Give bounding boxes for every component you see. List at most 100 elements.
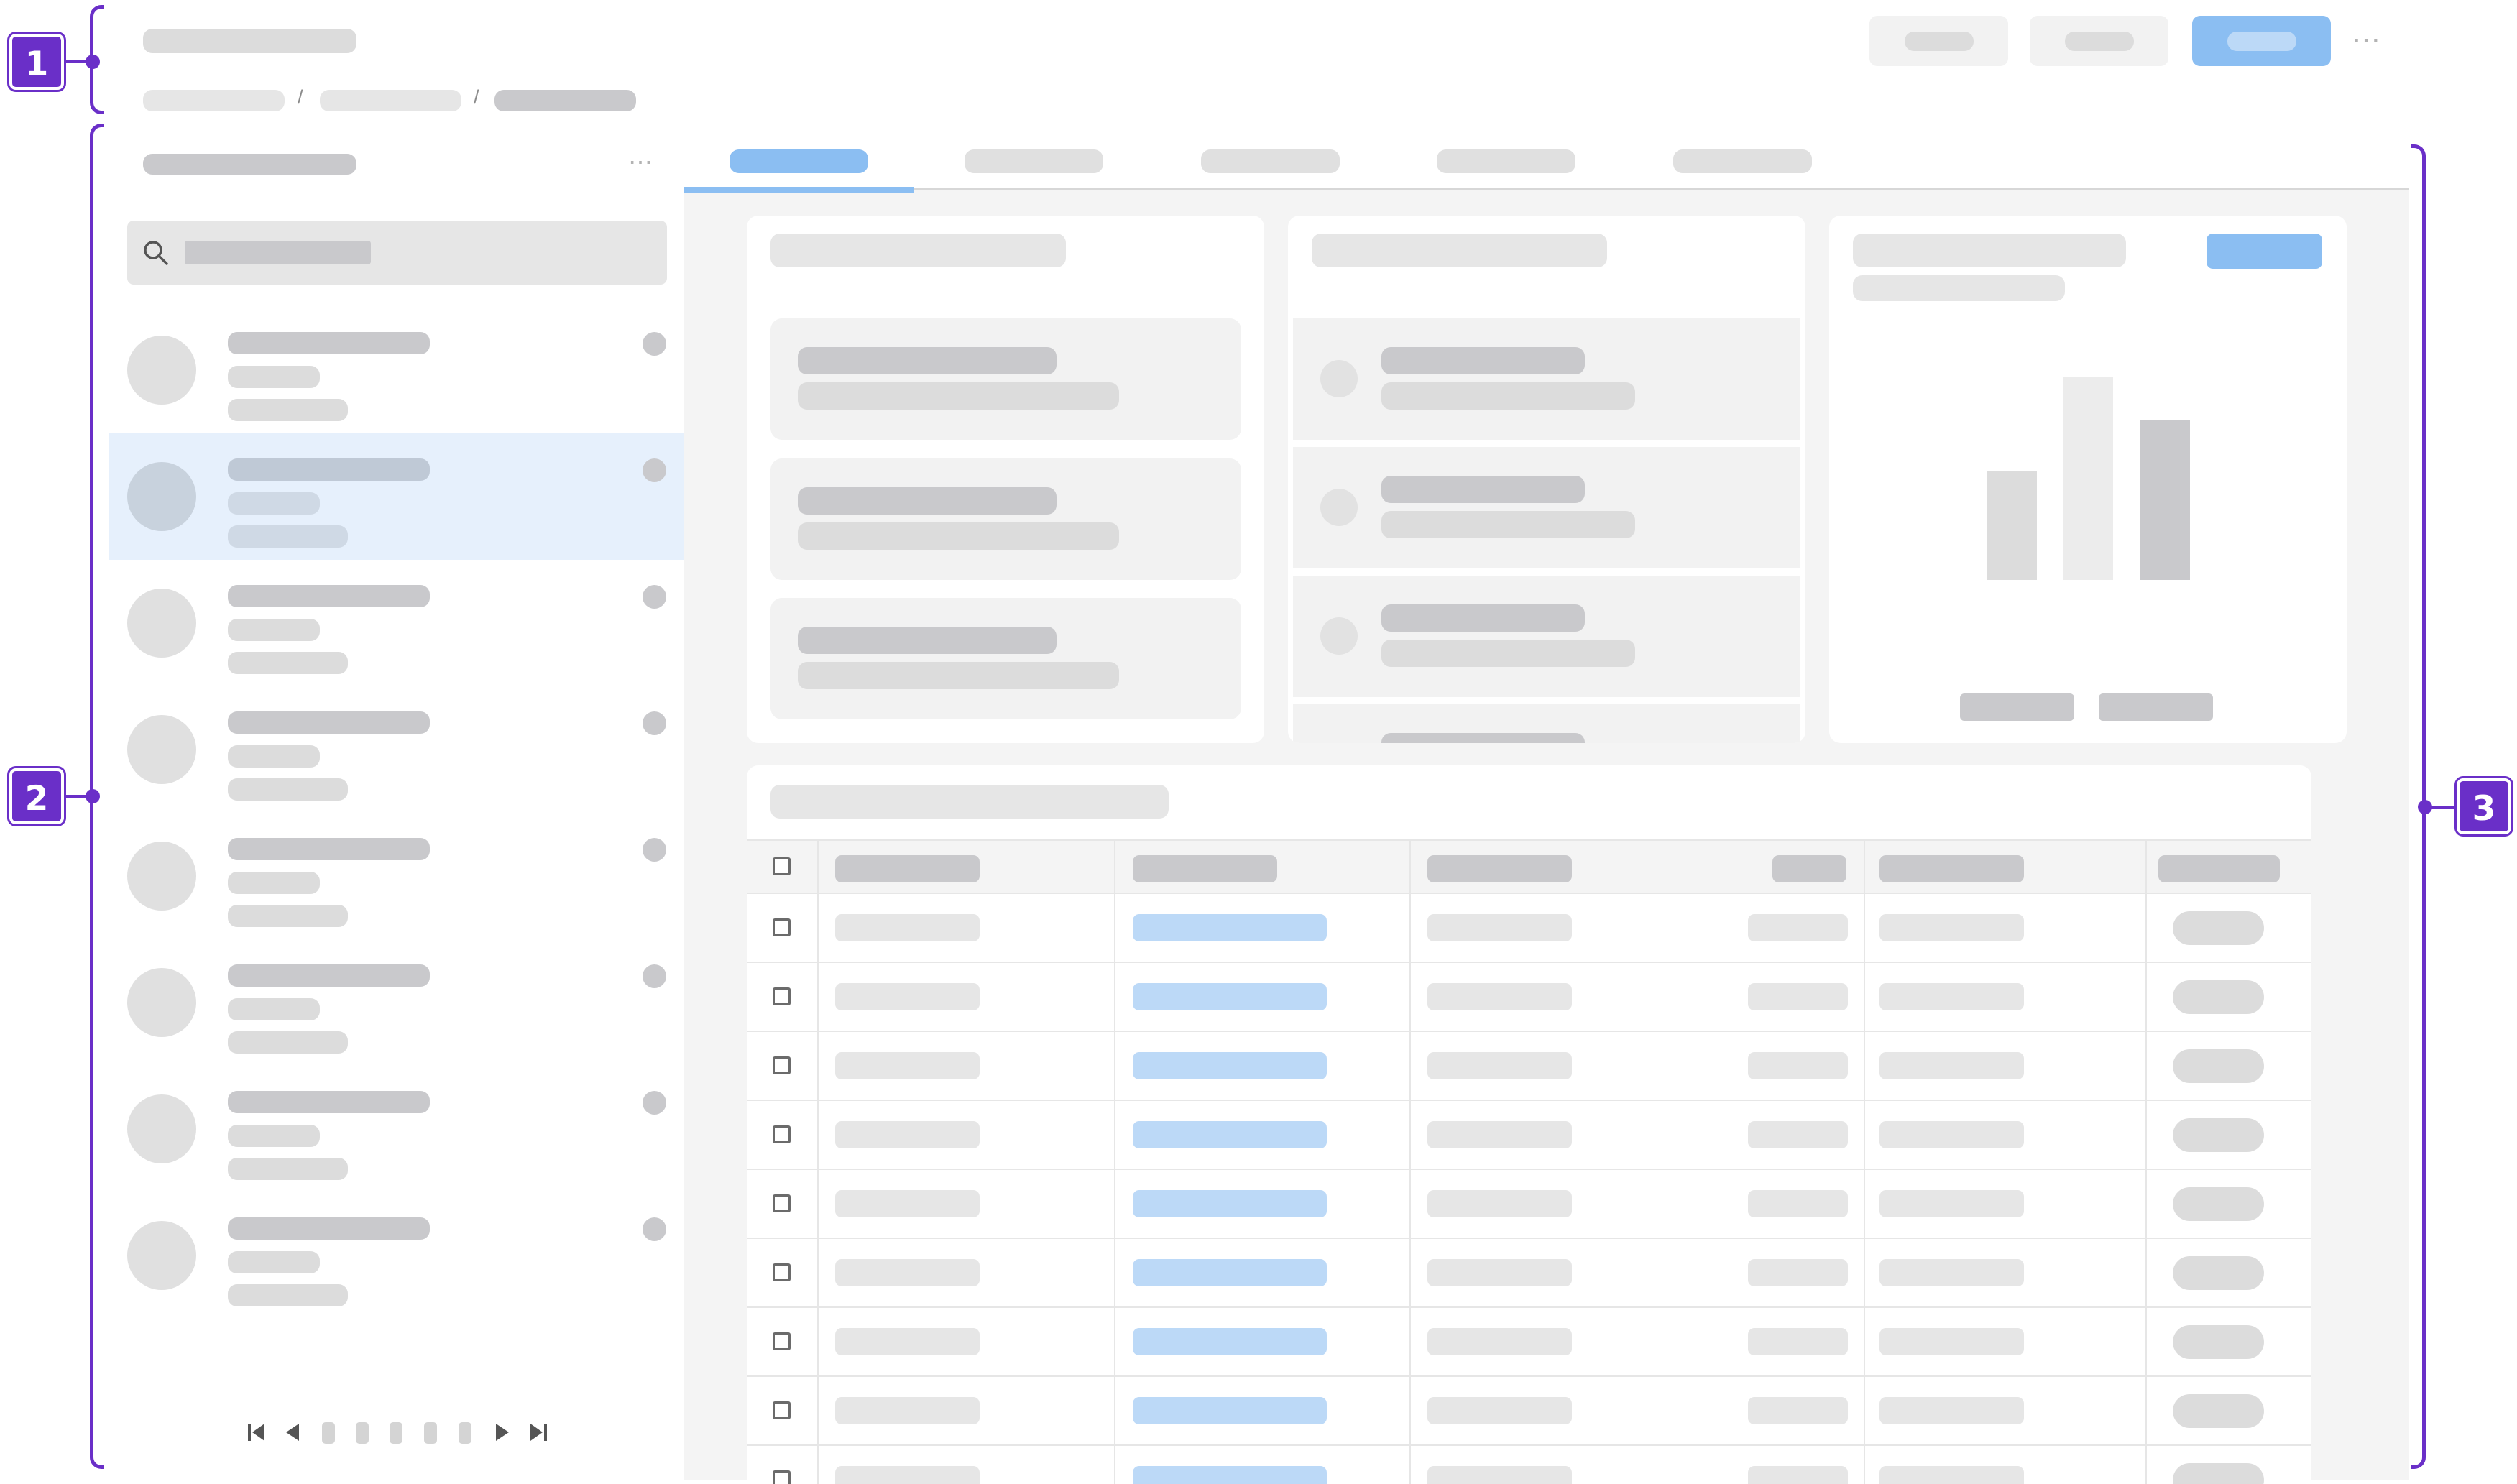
next-page-icon[interactable] <box>494 1421 510 1444</box>
sidebar-list-item[interactable] <box>109 1192 684 1319</box>
table-row[interactable] <box>747 963 2311 1032</box>
status-pill <box>2173 1463 2264 1484</box>
activity-item-title <box>1381 347 1585 374</box>
chart-action-button[interactable] <box>2207 234 2322 269</box>
row-checkbox[interactable] <box>773 1194 791 1212</box>
sidebar-list-item[interactable] <box>109 939 684 1066</box>
list-item-title <box>228 1091 430 1113</box>
select-all-checkbox[interactable] <box>773 857 791 875</box>
table-row[interactable] <box>747 894 2311 963</box>
prev-page-icon[interactable] <box>285 1421 300 1444</box>
table-cell <box>835 1052 980 1079</box>
secondary-button-2-label <box>2064 32 2134 51</box>
search-input[interactable] <box>127 221 667 285</box>
tab-5[interactable] <box>1628 122 1858 190</box>
table-cell <box>1427 1052 1572 1079</box>
summary-tile-3[interactable] <box>770 598 1241 719</box>
column-header-5[interactable] <box>1879 855 2024 882</box>
status-pill <box>2173 980 2264 1014</box>
status-dot <box>643 458 666 482</box>
status-pill <box>2173 911 2264 945</box>
table-cell <box>1427 983 1572 1010</box>
sidebar-list-item[interactable] <box>109 560 684 686</box>
breadcrumb-separator: / <box>474 86 479 108</box>
status-dot <box>643 964 666 988</box>
sidebar-more-icon[interactable]: ⋯ <box>628 148 654 177</box>
column-header-4[interactable] <box>1772 855 1846 882</box>
first-page-icon[interactable] <box>246 1421 267 1444</box>
table-row[interactable] <box>747 1170 2311 1239</box>
page-indicator-4[interactable] <box>424 1422 437 1444</box>
table-cell-link[interactable] <box>1133 1466 1327 1484</box>
table-cell-link[interactable] <box>1133 1328 1327 1355</box>
row-checkbox[interactable] <box>773 1401 791 1419</box>
table-cell <box>835 1259 980 1286</box>
primary-button[interactable] <box>2192 16 2331 66</box>
table-cell <box>1879 1259 2024 1286</box>
row-checkbox[interactable] <box>773 987 791 1005</box>
secondary-button-1[interactable] <box>1869 16 2008 66</box>
page-indicator-1[interactable] <box>322 1422 335 1444</box>
row-checkbox[interactable] <box>773 1263 791 1281</box>
table-cell <box>1748 1190 1848 1217</box>
table-cell-link[interactable] <box>1133 1259 1327 1286</box>
list-item-subtitle <box>228 745 320 768</box>
table-row[interactable] <box>747 1239 2311 1308</box>
activity-list-item[interactable] <box>1293 447 1800 568</box>
activity-list-item[interactable] <box>1293 318 1800 440</box>
column-header-2[interactable] <box>1133 855 1277 882</box>
column-header-1[interactable] <box>835 855 980 882</box>
row-checkbox[interactable] <box>773 1056 791 1074</box>
activity-list-item[interactable] <box>1293 576 1800 697</box>
breadcrumb-item-1[interactable] <box>143 90 285 111</box>
sidebar-list-item[interactable] <box>109 686 684 813</box>
last-page-icon[interactable] <box>528 1421 549 1444</box>
table-cell-link[interactable] <box>1133 983 1327 1010</box>
sidebar-list-item[interactable] <box>109 1066 684 1192</box>
table-cell-link[interactable] <box>1133 914 1327 941</box>
row-checkbox[interactable] <box>773 918 791 936</box>
tab-4[interactable] <box>1391 122 1621 190</box>
sidebar-list-item[interactable] <box>109 433 684 560</box>
row-checkbox[interactable] <box>773 1470 791 1484</box>
table-cell <box>835 1466 980 1484</box>
sidebar-list-item[interactable] <box>109 307 684 433</box>
secondary-button-2[interactable] <box>2030 16 2168 66</box>
annotation-badge-2: 2 <box>9 768 64 824</box>
activity-list-item[interactable] <box>1293 704 1800 743</box>
list-item-title <box>228 838 430 860</box>
column-header-6[interactable] <box>2158 855 2280 882</box>
breadcrumb-item-current <box>494 90 636 111</box>
annotation-dot-1 <box>86 55 100 69</box>
summary-tile-1-title <box>798 347 1057 374</box>
sidebar-title <box>143 154 356 175</box>
page-indicator-2[interactable] <box>356 1422 369 1444</box>
list-item-meta <box>228 652 348 674</box>
tab-5-label <box>1673 149 1812 173</box>
summary-tile-1[interactable] <box>770 318 1241 440</box>
page-indicator-5[interactable] <box>459 1422 471 1444</box>
tab-2[interactable] <box>919 122 1149 190</box>
table-row[interactable] <box>747 1377 2311 1446</box>
tab-1[interactable] <box>684 122 914 193</box>
table-row[interactable] <box>747 1308 2311 1377</box>
header-more-icon[interactable]: ⋯ <box>2352 26 2382 55</box>
table-cell-link[interactable] <box>1133 1190 1327 1217</box>
page-indicator-3[interactable] <box>390 1422 402 1444</box>
activity-item-subtitle <box>1381 511 1635 538</box>
table-cell-link[interactable] <box>1133 1121 1327 1148</box>
table-row[interactable] <box>747 1446 2311 1484</box>
row-checkbox[interactable] <box>773 1125 791 1143</box>
table-cell-link[interactable] <box>1133 1052 1327 1079</box>
summary-tile-2[interactable] <box>770 458 1241 580</box>
table-row[interactable] <box>747 1032 2311 1101</box>
column-header-3[interactable] <box>1427 855 1572 882</box>
table-cell-link[interactable] <box>1133 1397 1327 1424</box>
tab-3[interactable] <box>1156 122 1386 190</box>
table-row[interactable] <box>747 1101 2311 1170</box>
row-checkbox[interactable] <box>773 1332 791 1350</box>
table-cell <box>1748 983 1848 1010</box>
breadcrumb-item-2[interactable] <box>320 90 461 111</box>
list-item-subtitle <box>228 366 320 388</box>
sidebar-list-item[interactable] <box>109 813 684 939</box>
